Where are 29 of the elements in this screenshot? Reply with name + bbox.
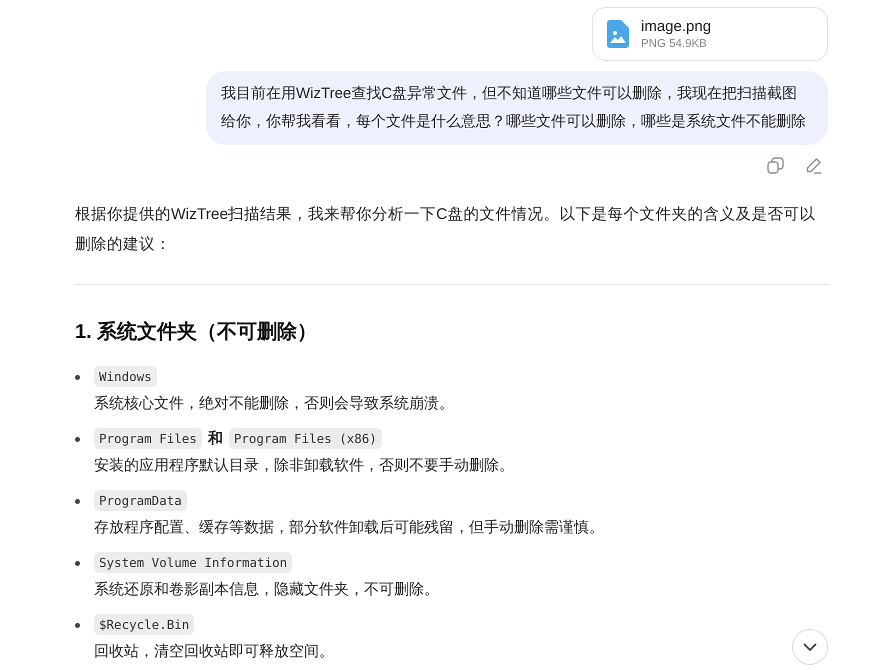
copy-icon[interactable] xyxy=(767,157,784,174)
pencil-icon[interactable] xyxy=(805,157,822,174)
folder-description: 安装的应用程序默认目录，除非卸载软件，否则不要手动删除。 xyxy=(94,456,514,476)
folder-description: 系统核心文件，绝对不能删除，否则会导致系统崩溃。 xyxy=(94,394,454,414)
folder-description: 回收站，清空回收站即可释放空间。 xyxy=(94,642,334,662)
bullet-icon xyxy=(75,623,80,628)
section-heading: 1. 系统文件夹（不可删除） xyxy=(75,320,318,345)
bullet-icon xyxy=(75,437,80,442)
bullet-icon xyxy=(75,499,80,504)
message-line: 我目前在用WizTree查找C盘异常文件，但不知道哪些文件可以删除，我现在把扫描截图 xyxy=(221,84,798,104)
scroll-down-button[interactable] xyxy=(792,629,828,665)
folder-code: ProgramData xyxy=(94,490,187,511)
folder-code: $Recycle.Bin xyxy=(94,614,194,635)
file-name: image.png xyxy=(641,18,712,35)
bullet-icon xyxy=(75,561,80,566)
folder-description: 存放程序配置、缓存等数据，部分软件卸载后可能残留，但手动删除需谨慎。 xyxy=(94,518,604,538)
folder-code: Program Files xyxy=(94,428,202,449)
reply-paragraph: 根据你提供的WizTree扫描结果，我来帮你分析一下C盘的文件情况。以下是每个文件夹的含义及是否可以删除的建议： xyxy=(75,205,816,255)
bullet-icon xyxy=(75,375,80,380)
chevron-down-icon xyxy=(803,642,817,652)
folder-code: Windows xyxy=(94,366,157,387)
joiner-text: 和 xyxy=(208,429,223,448)
folder-code: Program Files (x86) xyxy=(228,428,382,449)
folder-code: System Volume Information xyxy=(94,552,292,573)
message-line: 给你，你帮我看看，每个文件是什么意思？哪些文件可以删除，哪些是系统文件不能删除 xyxy=(221,112,806,132)
file-meta: PNG 54.9KB xyxy=(641,38,708,50)
image-file-icon xyxy=(607,20,629,48)
folder-description: 系统还原和卷影副本信息，隐藏文件夹，不可删除。 xyxy=(94,580,439,600)
attachment-card[interactable]: image.png PNG 54.9KB xyxy=(592,7,828,61)
